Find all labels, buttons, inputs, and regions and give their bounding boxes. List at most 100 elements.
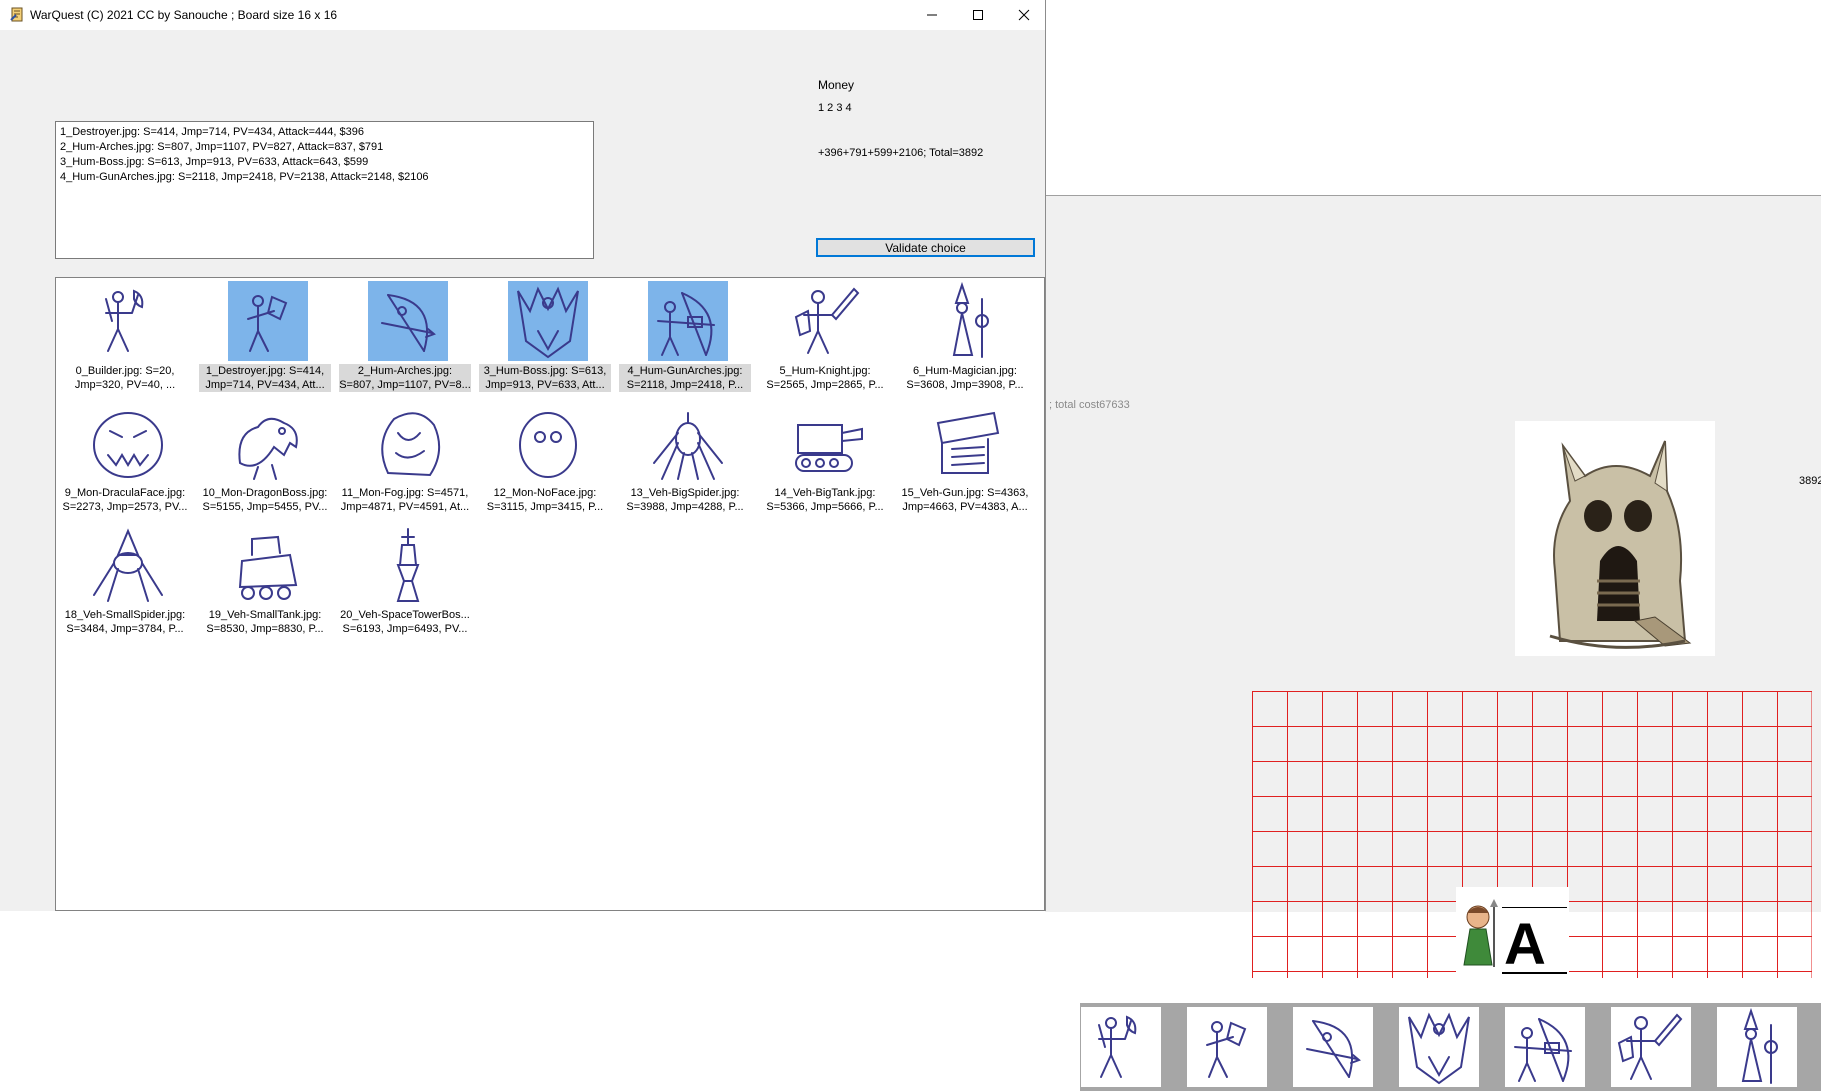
minimize-button[interactable] <box>909 0 955 30</box>
unit-label-line: S=2118, Jmp=2418, P... <box>626 379 744 391</box>
unit-label-line: 5_Hum-Knight.jpg: <box>779 365 871 377</box>
boss-sketch-icon <box>1408 1012 1470 1085</box>
unit-label-line: Jmp=714, PV=434, Att... <box>205 379 325 391</box>
unit-bar-slot[interactable] <box>1717 1007 1797 1087</box>
unit-label-line: 15_Veh-Gun.jpg: S=4363, <box>901 487 1029 499</box>
unit-label-line: 6_Hum-Magician.jpg: <box>913 365 1017 377</box>
unit-label-line: 4_Hum-GunArches.jpg: <box>627 365 743 377</box>
hero-avatar-icon <box>1463 899 1498 967</box>
unit-label: 10_Mon-DragonBoss.jpg: S=5155, Jmp=5455, … <box>199 486 331 514</box>
maximize-button[interactable] <box>955 0 1001 30</box>
big-spider-sketch-icon <box>653 412 723 480</box>
unit-thumbnail <box>228 281 308 361</box>
destroyer-sketch-icon <box>1206 1021 1247 1078</box>
close-button[interactable] <box>1001 0 1047 30</box>
unit-list-item[interactable]: 15_Veh-Gun.jpg: S=4363, Jmp=4663, PV=4383… <box>897 401 1033 519</box>
unit-thumbnail <box>368 403 448 483</box>
unit-label-line: 10_Mon-DragonBoss.jpg: <box>202 487 328 499</box>
unit-thumbnail <box>648 403 728 483</box>
unit-label-line: S=2273, Jmp=2573, PV... <box>62 501 188 513</box>
unit-label-line: 11_Mon-Fog.jpg: S=4571, <box>341 487 469 499</box>
unit-label: 12_Mon-NoFace.jpg: S=3115, Jmp=3415, P... <box>479 486 611 514</box>
unit-thumbnail <box>788 281 868 361</box>
unit-thumbnail <box>228 525 308 605</box>
selected-unit-line: 1_Destroyer.jpg: S=414, Jmp=714, PV=434,… <box>60 126 364 138</box>
board-window-client: ; total cost67633 3892 A <box>1045 195 1821 1091</box>
dracula-face-sketch-icon <box>93 412 163 478</box>
unit-list-item[interactable]: 5_Hum-Knight.jpg: S=2565, Jmp=2865, P... <box>757 279 893 397</box>
unit-list-item[interactable]: 1_Destroyer.jpg: S=414, Jmp=714, PV=434, … <box>197 279 333 397</box>
unit-label-line: Jmp=4871, PV=4591, At... <box>340 501 470 513</box>
unit-label-line: S=5155, Jmp=5455, PV... <box>202 501 328 513</box>
unit-label-line: S=2565, Jmp=2865, P... <box>766 379 884 391</box>
unit-bar-slot[interactable] <box>1399 1007 1479 1087</box>
unit-list-item[interactable]: 13_Veh-BigSpider.jpg: S=3988, Jmp=4288, P… <box>617 401 753 519</box>
app-icon <box>10 7 23 22</box>
unit-list-item[interactable]: 0_Builder.jpg: S=20, Jmp=320, PV=40, ... <box>57 279 193 397</box>
unit-bar-slot[interactable] <box>1611 1007 1691 1087</box>
minimize-icon <box>927 14 937 16</box>
unit-list-item[interactable]: 20_Veh-SpaceTowerBos... S=6193, Jmp=6493,… <box>337 523 473 641</box>
unit-list-item[interactable]: 14_Veh-BigTank.jpg: S=5366, Jmp=5666, P..… <box>757 401 893 519</box>
unit-thumbnail <box>368 281 448 361</box>
unit-thumbnail <box>508 281 588 361</box>
unit-list-item[interactable]: 4_Hum-GunArches.jpg: S=2118, Jmp=2418, P.… <box>617 279 753 397</box>
unit-label-line: S=3988, Jmp=4288, P... <box>626 501 744 513</box>
unit-list-item[interactable]: 18_Veh-SmallSpider.jpg: S=3484, Jmp=3784,… <box>57 523 193 641</box>
close-icon <box>1018 9 1030 21</box>
validate-choice-button[interactable]: Validate choice <box>816 238 1035 257</box>
selected-units-textbox[interactable]: 1_Destroyer.jpg: S=414, Jmp=714, PV=434,… <box>55 121 594 259</box>
unit-bar-slot[interactable] <box>1081 1007 1161 1087</box>
fog-monster-sketch-icon <box>381 412 441 477</box>
unit-label-line: 14_Veh-BigTank.jpg: <box>774 487 876 499</box>
unit-thumbnail <box>648 281 728 361</box>
hero-unit-card[interactable]: A <box>1456 887 1569 979</box>
unit-label-line: S=5366, Jmp=5666, P... <box>766 501 884 513</box>
unit-list-item[interactable]: 6_Hum-Magician.jpg: S=3608, Jmp=3908, P..… <box>897 279 1033 397</box>
title-bar[interactable]: WarQuest (C) 2021 CC by Sanouche ; Board… <box>0 0 1045 30</box>
board-money-value: 3892 <box>1799 475 1821 487</box>
unit-label-line: Jmp=913, PV=633, Att... <box>485 379 605 391</box>
unit-label-line: S=6193, Jmp=6493, PV... <box>342 623 468 635</box>
boss-sketch-icon <box>517 286 579 359</box>
unit-label-line: 3_Hum-Boss.jpg: S=613, <box>483 365 607 377</box>
knight-sketch-icon <box>1617 1013 1683 1080</box>
unit-list-item[interactable]: 2_Hum-Arches.jpg: S=807, Jmp=1107, PV=8..… <box>337 279 473 397</box>
unit-bar-slot[interactable] <box>1505 1007 1585 1087</box>
money-label: Money <box>818 78 855 92</box>
unit-label-line: 0_Builder.jpg: S=20, <box>75 365 175 377</box>
unit-list-item[interactable]: 9_Mon-DraculaFace.jpg: S=2273, Jmp=2573, … <box>57 401 193 519</box>
unit-selection-window: WarQuest (C) 2021 CC by Sanouche ; Board… <box>0 0 1046 911</box>
unit-label-line: S=3115, Jmp=3415, P... <box>486 501 604 513</box>
space-tower-sketch-icon <box>396 528 420 602</box>
unit-label: 19_Veh-SmallTank.jpg: S=8530, Jmp=8830, P… <box>199 608 331 636</box>
knight-sketch-icon <box>794 287 860 354</box>
unit-label: 11_Mon-Fog.jpg: S=4571, Jmp=4871, PV=4591… <box>339 486 471 514</box>
dragon-sketch-icon <box>238 417 298 480</box>
unit-thumbnail <box>88 525 168 605</box>
unit-list[interactable]: 0_Builder.jpg: S=20, Jmp=320, PV=40, ... 1… <box>55 277 1045 911</box>
unit-label-line: Jmp=320, PV=40, ... <box>74 379 176 391</box>
unit-label-line: 19_Veh-SmallTank.jpg: <box>208 609 322 621</box>
hero-card-line <box>1502 907 1567 908</box>
total-cost-label: ; total cost67633 <box>1049 399 1130 411</box>
unit-label-line: Jmp=4663, PV=4383, A... <box>902 501 1028 513</box>
unit-bar-slot[interactable] <box>1187 1007 1267 1087</box>
money-total: +396+791+599+2106; Total=3892 <box>818 147 984 159</box>
unit-thumbnail <box>88 403 168 483</box>
unit-label: 15_Veh-Gun.jpg: S=4363, Jmp=4663, PV=4383… <box>899 486 1031 514</box>
unit-bar-slot[interactable] <box>1293 1007 1373 1087</box>
builder-sketch-icon <box>1098 1015 1137 1078</box>
castle-image <box>1515 421 1715 656</box>
unit-list-item[interactable]: 19_Veh-SmallTank.jpg: S=8530, Jmp=8830, P… <box>197 523 333 641</box>
unit-thumbnail <box>788 403 868 483</box>
unit-list-item[interactable]: 12_Mon-NoFace.jpg: S=3115, Jmp=3415, P... <box>477 401 613 519</box>
unit-label-line: 20_Veh-SpaceTowerBos... <box>340 609 470 621</box>
unit-label: 9_Mon-DraculaFace.jpg: S=2273, Jmp=2573, … <box>59 486 191 514</box>
unit-list-item[interactable]: 10_Mon-DragonBoss.jpg: S=5155, Jmp=5455, … <box>197 401 333 519</box>
unit-list-item[interactable]: 11_Mon-Fog.jpg: S=4571, Jmp=4871, PV=4591… <box>337 401 473 519</box>
unit-list-item[interactable]: 3_Hum-Boss.jpg: S=613, Jmp=913, PV=633, A… <box>477 279 613 397</box>
unit-label-line: 13_Veh-BigSpider.jpg: <box>630 487 740 499</box>
unit-thumbnail <box>508 403 588 483</box>
board-window: ; total cost67633 3892 A <box>1045 0 1821 1091</box>
